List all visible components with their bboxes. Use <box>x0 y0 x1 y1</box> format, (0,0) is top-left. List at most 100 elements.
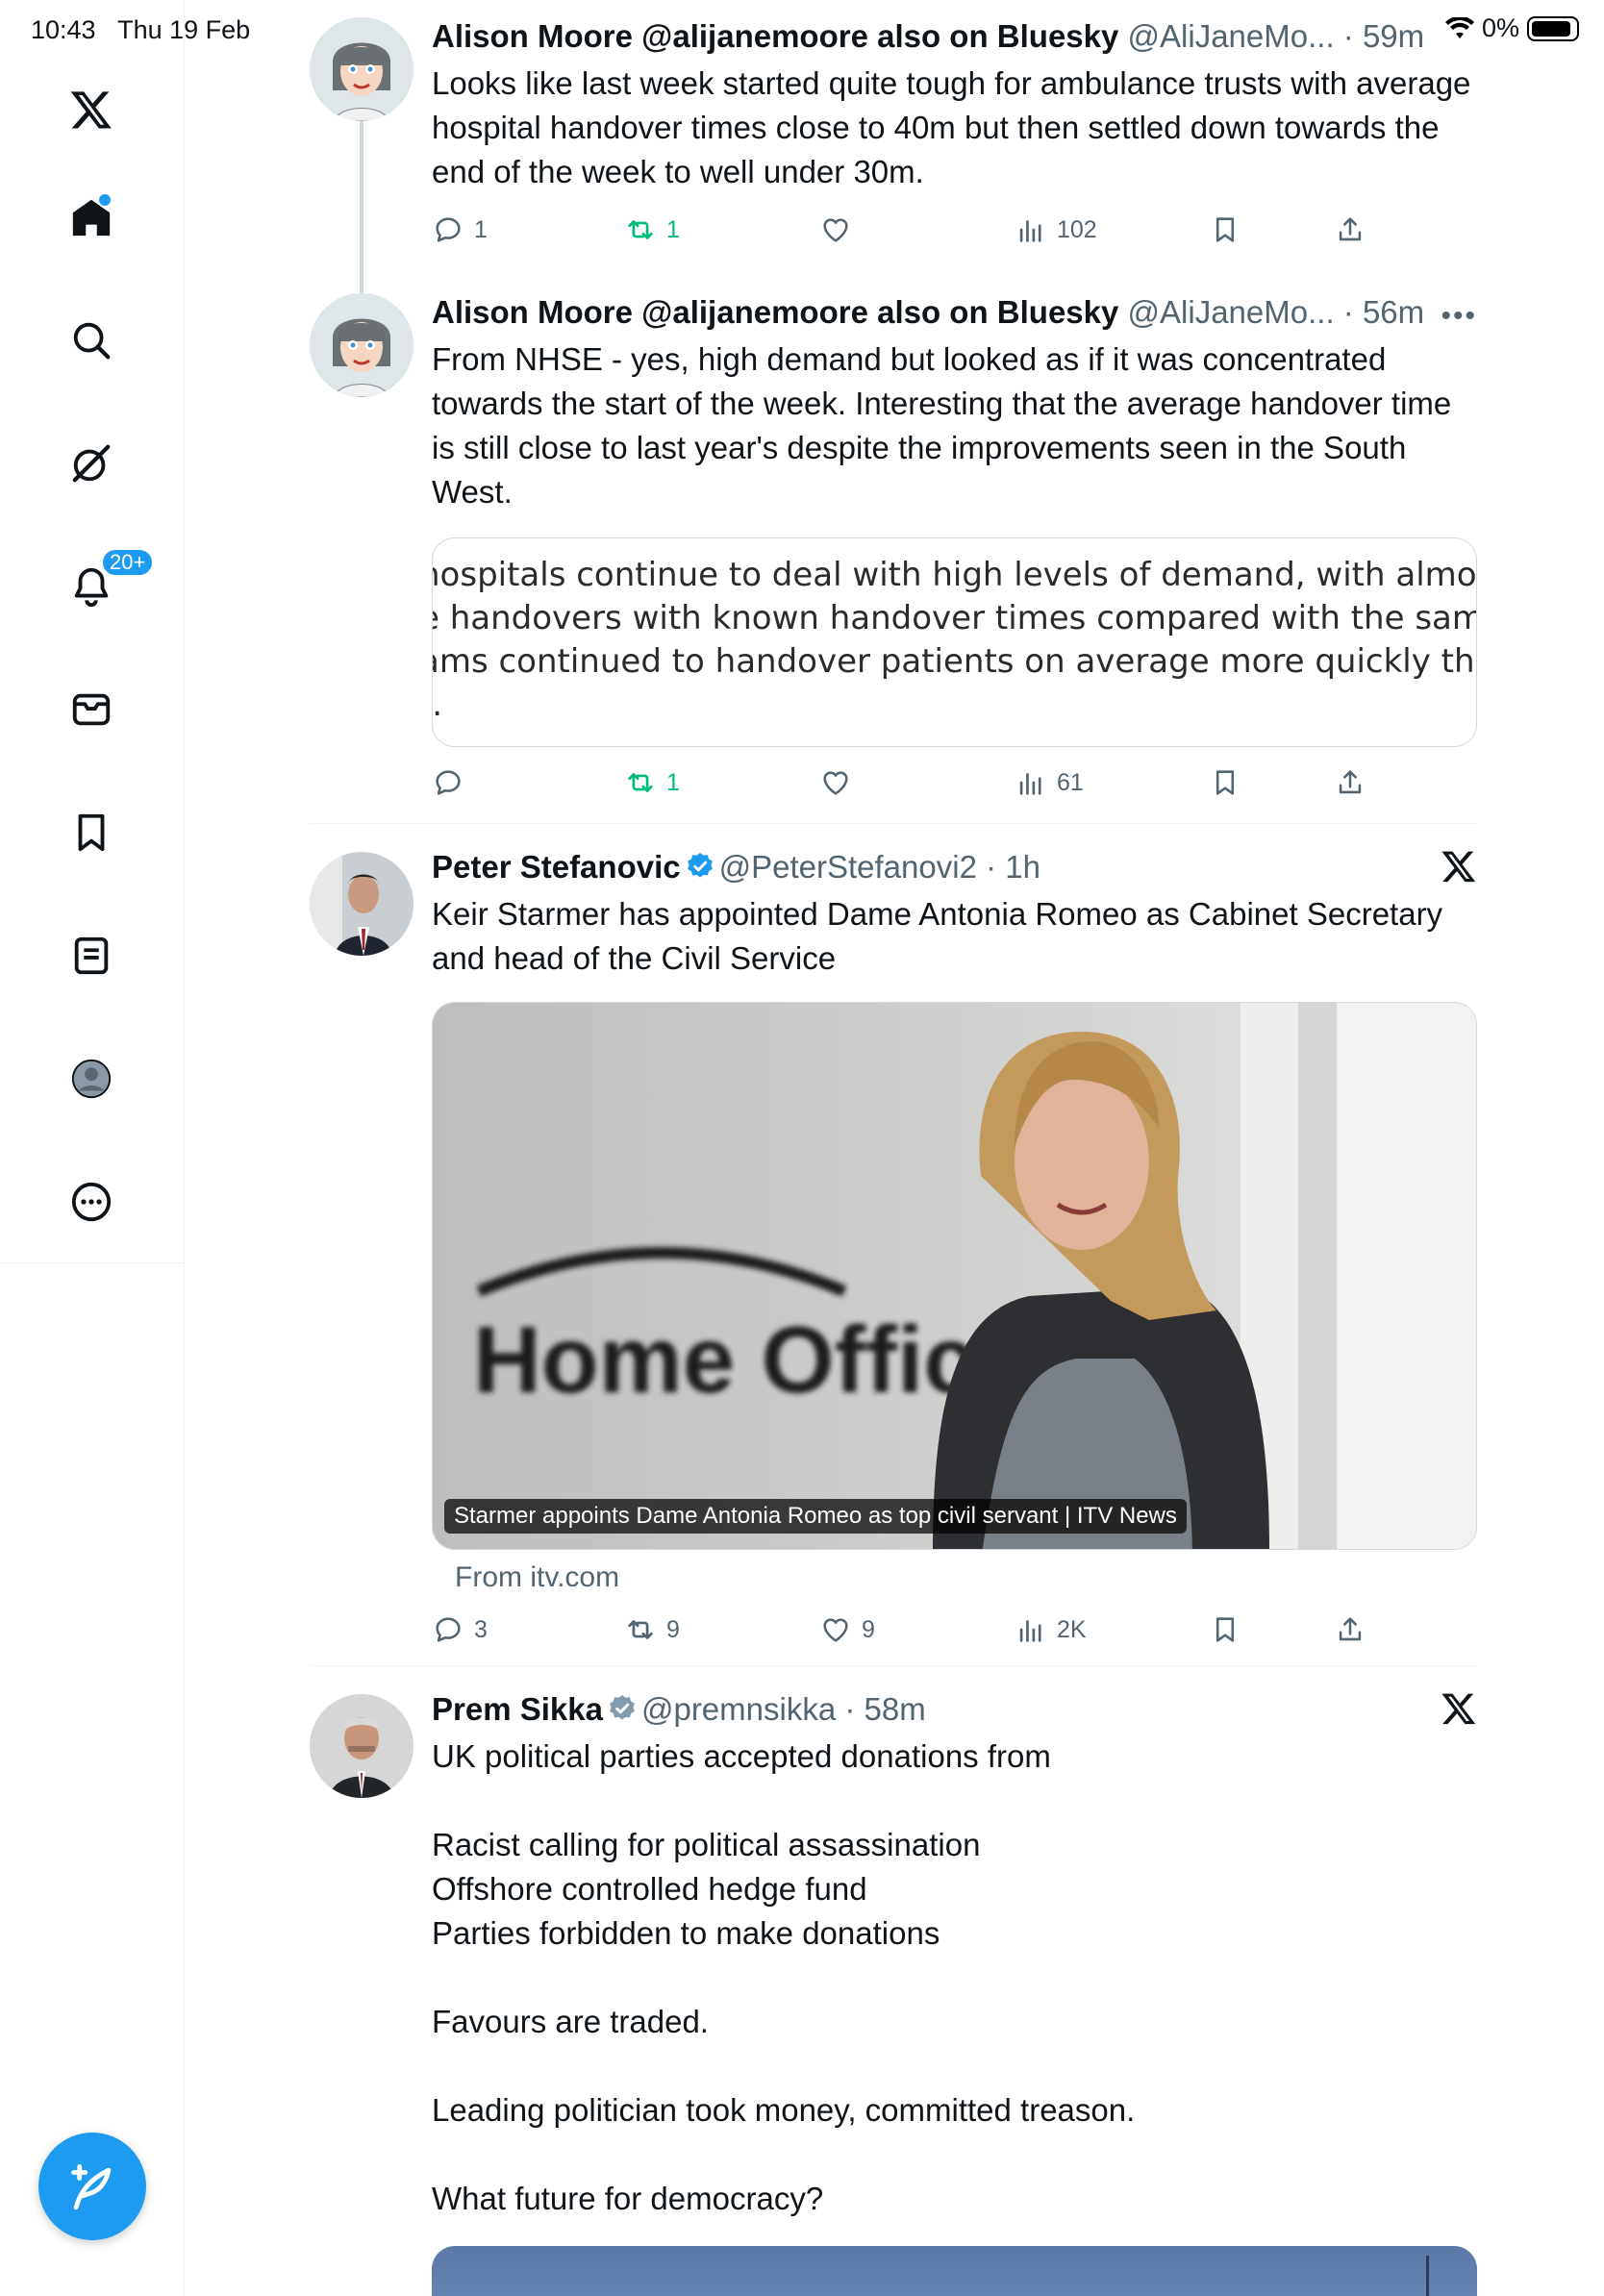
reply-icon <box>436 217 461 242</box>
repost-icon <box>628 220 653 239</box>
tweet-text: Looks like last week started quite tough… <box>432 65 1471 189</box>
handle[interactable]: @AliJaneMo... <box>1128 294 1335 330</box>
timestamp[interactable]: · 58m <box>844 1691 925 1727</box>
views-icon <box>1019 220 1041 242</box>
display-name[interactable]: Peter Stefanovic <box>432 849 681 885</box>
home-icon[interactable] <box>64 190 118 244</box>
mail-icon[interactable] <box>64 683 118 736</box>
reply-button[interactable]: 1 <box>432 213 488 246</box>
display-name[interactable]: Alison Moore @alijanemoore also on Blues… <box>432 18 1118 54</box>
handle[interactable]: @AliJaneMo... <box>1128 18 1335 54</box>
home-new-dot <box>99 194 111 206</box>
media-caption: Starmer appoints Dame Antonia Romeo as t… <box>444 1499 1187 1534</box>
heart-icon <box>823 771 848 795</box>
reply-button[interactable] <box>432 766 474 799</box>
repost-button[interactable]: 1 <box>624 213 680 246</box>
avatar[interactable] <box>310 293 414 397</box>
heart-icon <box>823 1618 848 1642</box>
like-button[interactable]: 9 <box>819 1613 875 1646</box>
verified-badge-icon <box>610 1695 635 1720</box>
display-name[interactable]: Prem Sikka <box>432 1691 603 1727</box>
like-button[interactable] <box>819 766 862 799</box>
repost-count: 9 <box>666 1615 680 1643</box>
avatar[interactable] <box>310 1694 414 1798</box>
battery-percent: 0% <box>1481 13 1519 42</box>
share-button[interactable] <box>1334 213 1366 246</box>
bookmark-button[interactable] <box>1209 213 1241 246</box>
quote-line: ). <box>432 686 443 724</box>
reply-count: 3 <box>474 1615 488 1643</box>
like-button[interactable] <box>819 213 862 246</box>
bookmark-button[interactable] <box>1209 1613 1241 1646</box>
bookmark-button[interactable] <box>1209 766 1241 799</box>
view-count: 61 <box>1057 768 1084 796</box>
home-office-sign: Home Office <box>473 1307 1028 1412</box>
tweet-header: Peter Stefanovic @PeterStefanovi2 · 1h <box>432 848 1477 886</box>
tweet[interactable]: Alison Moore @alijanemoore also on Blues… <box>310 17 1477 304</box>
action-bar: 1 61 <box>432 766 1477 814</box>
view-count: 102 <box>1057 215 1097 243</box>
sidebar: 20+ <box>0 0 185 2296</box>
repost-icon <box>628 1620 653 1639</box>
list-icon[interactable] <box>64 929 118 983</box>
repost-button[interactable]: 9 <box>624 1613 680 1646</box>
quote-line: hospitals continue to deal with high lev… <box>432 556 1477 594</box>
x-logo-icon <box>1441 1693 1476 1725</box>
tweet-text: From NHSE - yes, high demand but looked … <box>432 341 1452 510</box>
reply-icon <box>436 770 461 795</box>
quoted-image[interactable]: hospitals continue to deal with high lev… <box>432 537 1477 747</box>
handle[interactable]: @PeterStefanovi2 <box>719 849 977 885</box>
tweet[interactable]: Prem Sikka @premnsikka · 58m UK political… <box>310 1690 1477 2296</box>
grok-icon[interactable] <box>64 437 118 490</box>
display-name[interactable]: Alison Moore @alijanemoore also on Blues… <box>432 294 1118 330</box>
share-button[interactable] <box>1334 1613 1366 1646</box>
bookmark-icon <box>1216 1617 1235 1642</box>
action-bar: 1 1 102 <box>432 213 1477 262</box>
like-count: 9 <box>862 1615 875 1643</box>
x-logo-icon[interactable] <box>64 83 118 137</box>
search-icon[interactable] <box>64 313 118 367</box>
views-button[interactable]: 102 <box>1015 213 1097 246</box>
link-card-image[interactable]: Home Office Starmer appoints Dame Antoni… <box>432 1002 1477 1550</box>
tweet[interactable]: Peter Stefanovic @PeterStefanovi2 · 1h Ke… <box>310 848 1477 1646</box>
tweet-header: Alison Moore @alijanemoore also on Blues… <box>432 293 1477 332</box>
tweet-divider <box>310 823 1477 824</box>
repost-icon <box>628 773 653 792</box>
more-options-icon[interactable]: ••• <box>1441 297 1477 336</box>
x-logo-icon <box>1441 851 1476 883</box>
avatar[interactable] <box>310 17 414 121</box>
repost-button[interactable]: 1 <box>624 766 680 799</box>
compose-button[interactable] <box>38 2133 146 2240</box>
views-button[interactable]: 61 <box>1015 766 1084 799</box>
tweet-header: Alison Moore @alijanemoore also on Blues… <box>432 17 1477 56</box>
timestamp[interactable]: · 1h <box>986 849 1040 885</box>
views-icon <box>1019 773 1041 795</box>
quote-line: ams continued to handover patients on av… <box>432 642 1477 681</box>
tweet[interactable]: Alison Moore @alijanemoore also on Blues… <box>310 293 1477 812</box>
compose-feather-icon <box>71 2164 112 2210</box>
notifications-badge: 20+ <box>101 548 155 577</box>
bell-icon[interactable]: 20+ <box>64 548 155 613</box>
handle[interactable]: @premnsikka <box>641 1691 836 1727</box>
tweet-header: Prem Sikka @premnsikka · 58m <box>432 1690 1477 1729</box>
repost-count: 1 <box>666 215 680 243</box>
views-icon <box>1019 1620 1041 1642</box>
share-icon <box>1339 1617 1362 1641</box>
tweet-media-image[interactable] <box>432 2246 1477 2296</box>
link-source[interactable]: From itv.com <box>455 1561 1477 1594</box>
more-circle-icon[interactable] <box>64 1175 118 1229</box>
bookmark-icon[interactable] <box>64 806 118 860</box>
timestamp[interactable]: · 56m <box>1343 294 1424 330</box>
tweet-text: Keir Starmer has appointed Dame Antonia … <box>432 896 1443 976</box>
profile-icon[interactable] <box>64 1052 118 1106</box>
thread-line <box>360 121 363 304</box>
reply-button[interactable]: 3 <box>432 1613 488 1646</box>
share-button[interactable] <box>1334 766 1366 799</box>
avatar[interactable] <box>310 852 414 956</box>
views-button[interactable]: 2K <box>1015 1613 1087 1646</box>
share-icon <box>1339 770 1362 794</box>
tweet-text: UK political parties accepted donations … <box>432 1738 1136 2216</box>
quote-line: e handovers with known handover times co… <box>432 599 1477 637</box>
heart-icon <box>823 218 848 242</box>
timestamp[interactable]: · 59m <box>1343 18 1424 54</box>
